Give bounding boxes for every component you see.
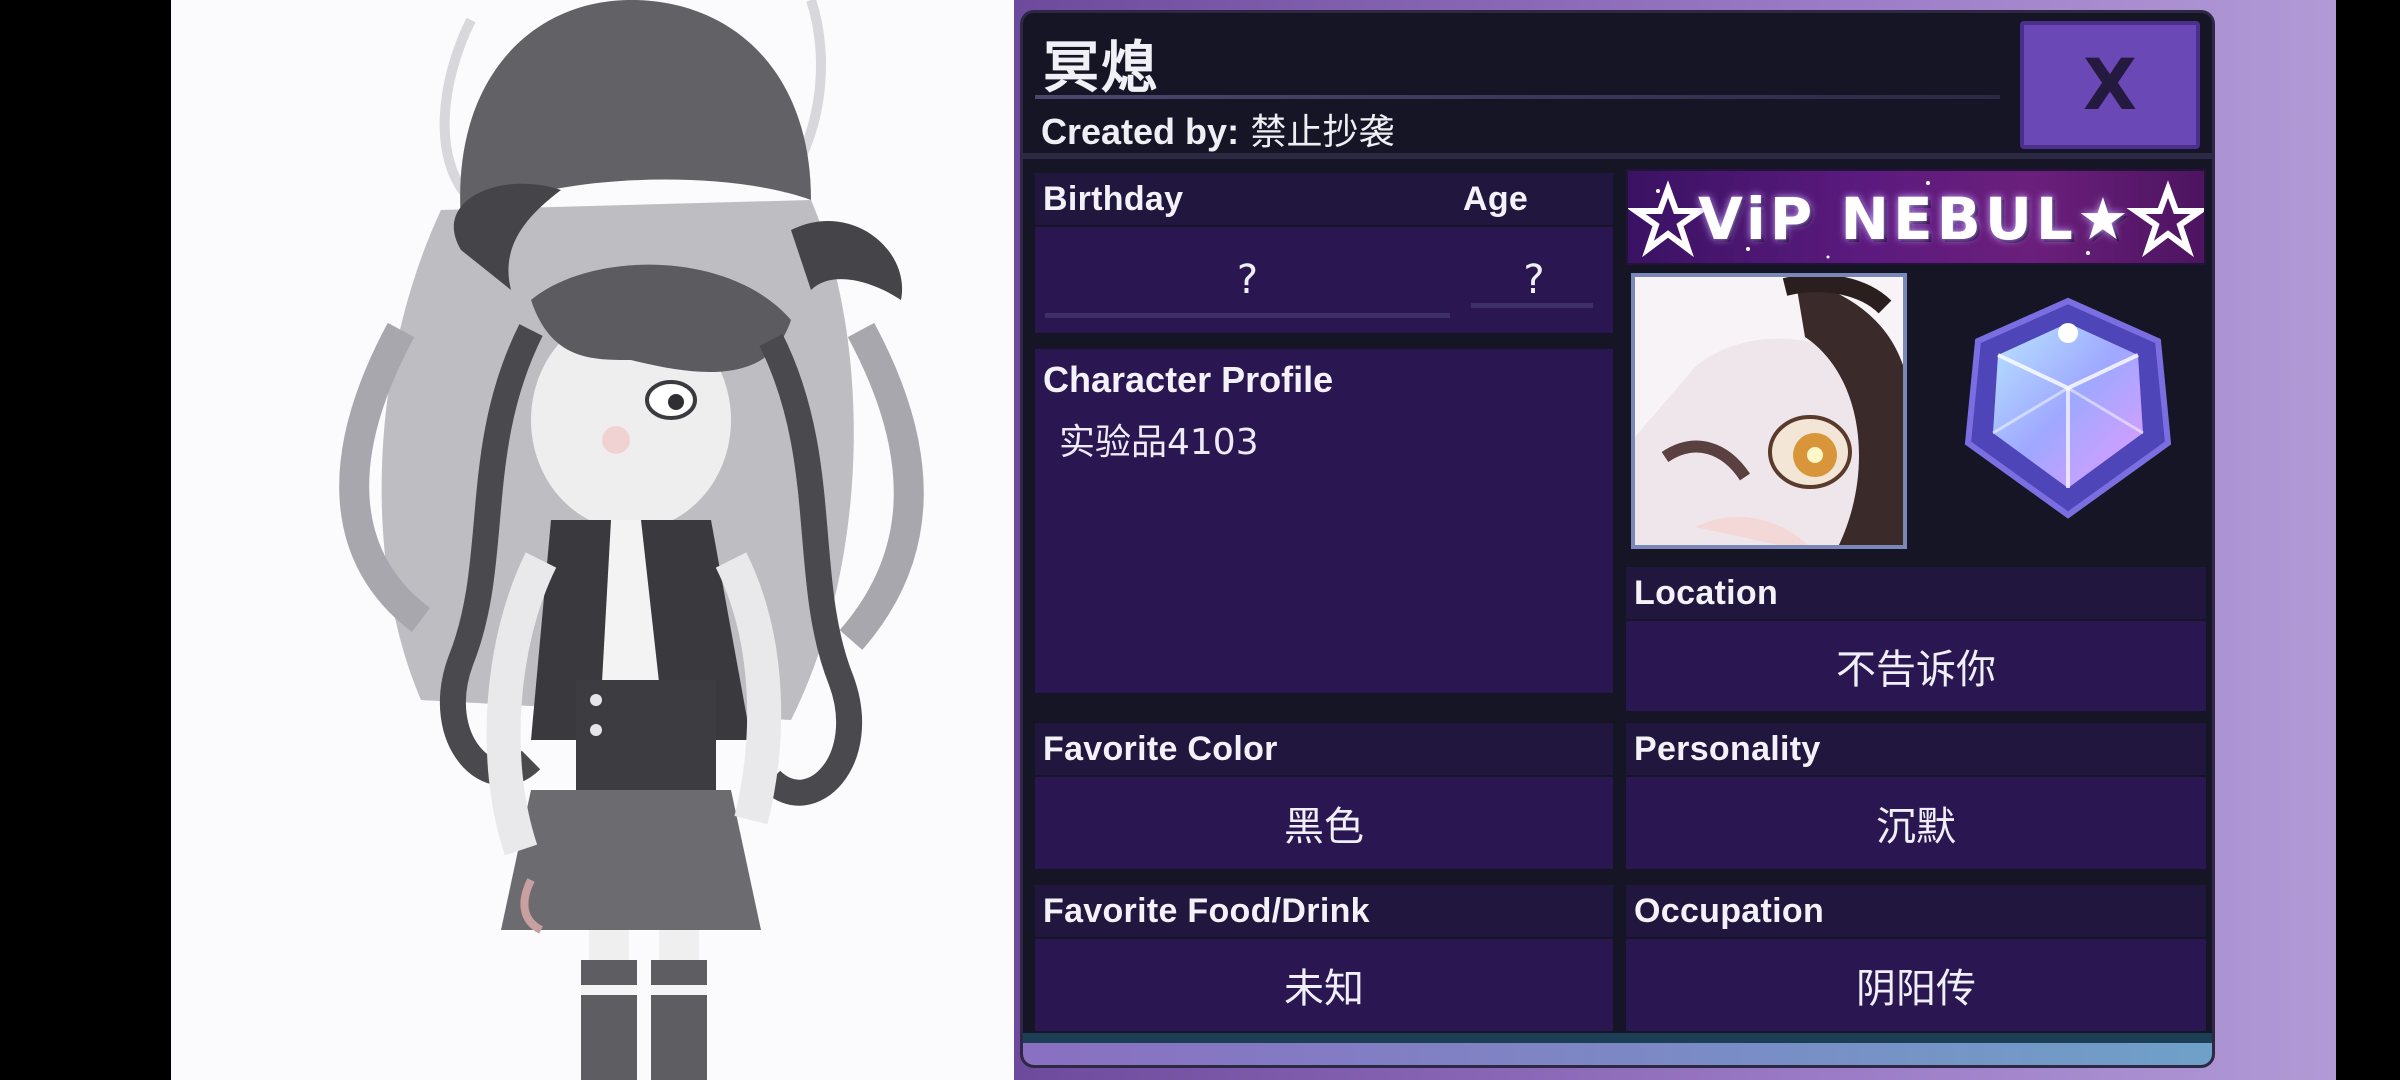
favorite-food-value: 未知 bbox=[1035, 939, 1613, 1031]
birthday-label: Birthday bbox=[1035, 173, 1460, 225]
divider bbox=[1023, 153, 2212, 159]
birthday-field: Birthday ? bbox=[1035, 173, 1460, 333]
age-value: ? bbox=[1455, 227, 1613, 333]
character-info-card: 冥熄 Created by: 禁止抄袭 X Birthday ? Age ? C… bbox=[1020, 10, 2215, 1068]
created-by-label: Created by: bbox=[1041, 111, 1240, 152]
screen-edge bbox=[2336, 0, 2400, 1080]
occupation-field: Occupation 阴阳传 bbox=[1626, 885, 2206, 1031]
divider bbox=[1045, 313, 1450, 318]
location-label: Location bbox=[1626, 567, 2206, 619]
personality-value: 沉默 bbox=[1626, 777, 2206, 869]
close-icon: X bbox=[2083, 44, 2137, 126]
card-header: 冥熄 Created by: 禁止抄袭 bbox=[1023, 13, 2013, 153]
age-field: Age ? bbox=[1455, 173, 1613, 333]
created-by-row: Created by: 禁止抄袭 bbox=[1041, 103, 1395, 155]
location-value: 不告诉你 bbox=[1626, 621, 2206, 711]
occupation-value: 阴阳传 bbox=[1626, 939, 2206, 1031]
location-field: Location 不告诉你 bbox=[1626, 567, 2206, 711]
portrait-image bbox=[1635, 277, 1903, 545]
personality-label: Personality bbox=[1626, 723, 2206, 775]
divider bbox=[1035, 95, 2000, 99]
character-profile-field: Character Profile 实验品4103 bbox=[1035, 349, 1613, 693]
character-preview-panel bbox=[171, 0, 1014, 1080]
favorite-color-value: 黑色 bbox=[1035, 777, 1613, 869]
character-profile-value: 实验品4103 bbox=[1059, 422, 1259, 463]
character-illustration bbox=[339, 0, 924, 1080]
character-profile-label: Character Profile bbox=[1043, 359, 1334, 400]
vip-nebula-banner: ViP NEBUL★ bbox=[1626, 169, 2206, 265]
favorite-food-label: Favorite Food/Drink bbox=[1035, 885, 1613, 937]
character-name: 冥熄 bbox=[1043, 36, 1159, 101]
character-portrait[interactable] bbox=[1631, 273, 1907, 549]
divider bbox=[1471, 303, 1593, 308]
favorite-color-label: Favorite Color bbox=[1035, 723, 1613, 775]
card-footer-bar bbox=[1023, 1043, 2212, 1065]
favorite-color-field: Favorite Color 黑色 bbox=[1035, 723, 1613, 869]
age-label: Age bbox=[1455, 173, 1613, 225]
close-button[interactable]: X bbox=[2020, 21, 2200, 149]
created-by-value: 禁止抄袭 bbox=[1250, 112, 1395, 153]
personality-field: Personality 沉默 bbox=[1626, 723, 2206, 869]
favorite-food-field: Favorite Food/Drink 未知 bbox=[1035, 885, 1613, 1031]
nebula-gem-icon bbox=[1964, 297, 2172, 519]
occupation-label: Occupation bbox=[1626, 885, 2206, 937]
divider bbox=[1023, 1033, 2212, 1043]
vip-banner-text: ViP NEBUL★ bbox=[1698, 185, 2133, 253]
